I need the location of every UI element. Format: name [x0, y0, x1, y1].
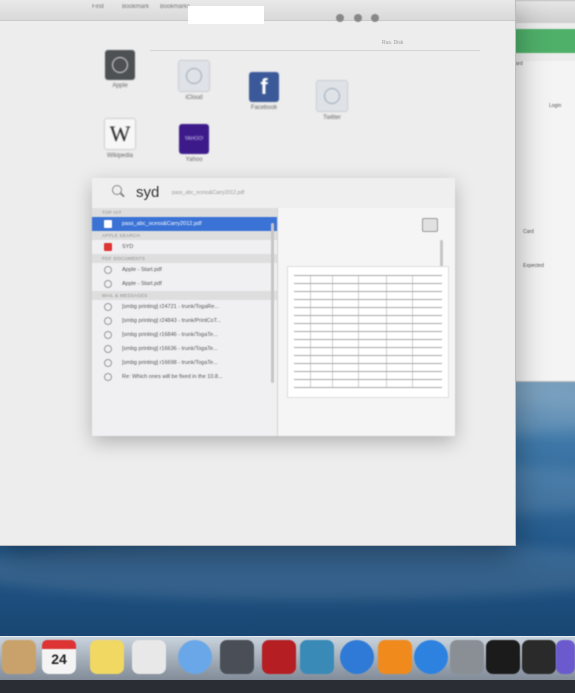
list-item[interactable]: Apple - Start.pdf: [92, 277, 277, 291]
facebook-icon: f: [249, 72, 279, 102]
redaction-bar: [188, 6, 264, 24]
list-item[interactable]: pass_abc_ocess&Carry2012.pdf: [92, 217, 277, 231]
calendar-icon[interactable]: 24: [42, 640, 76, 674]
results-list[interactable]: TOP HIT pass_abc_ocess&Carry2012.pdf APP…: [92, 208, 278, 436]
favorite-apple[interactable]: Apple: [102, 50, 138, 89]
facetime-icon[interactable]: [220, 640, 254, 674]
compass-icon: [316, 80, 348, 112]
address-hint: Rus. Disk: [382, 40, 404, 46]
terminal-icon[interactable]: [486, 640, 520, 674]
list-item[interactable]: [smbg printing] r16698 - trunk/TogaTe...: [92, 356, 277, 370]
list-item[interactable]: Apple - Start.pdf: [92, 263, 277, 277]
favorite-wikipedia[interactable]: W Wikipedia: [102, 118, 138, 159]
back-window-label: Card: [523, 229, 534, 235]
photo: Port & Forward Login Card Expected Find …: [0, 0, 575, 693]
ibooks-icon[interactable]: [378, 640, 412, 674]
back-window-label: Expected: [523, 263, 544, 269]
address-bar[interactable]: Rus. Disk: [150, 38, 480, 51]
wikipedia-icon: W: [104, 118, 136, 150]
mail-icon: [104, 303, 112, 311]
apple-search-icon: [104, 243, 112, 251]
favorite-label: Yahoo: [185, 157, 203, 163]
mail-icon: [104, 359, 112, 367]
favorite-yahoo[interactable]: YAHOO! Yahoo: [176, 124, 212, 163]
search-autocomplete-hint: pass_abc_ocess&Carry2012.pdf: [172, 190, 245, 196]
browser-window[interactable]: Find Bookmark Bookmarks Rus. Disk Apple …: [0, 0, 516, 546]
finder-icon[interactable]: [422, 218, 438, 232]
results-scrollbar[interactable]: [271, 223, 274, 383]
mail-icon: [104, 373, 112, 381]
mail-icon: [104, 317, 112, 325]
favorite-label: iCloud: [185, 95, 203, 101]
activity-monitor-icon[interactable]: [522, 640, 556, 674]
tab[interactable]: Find: [92, 4, 104, 10]
app-icon[interactable]: [556, 640, 575, 674]
pdf-preview-thumbnail: [287, 266, 449, 398]
favorite-label: Wikipedia: [106, 153, 133, 159]
pdf-icon: [104, 266, 112, 274]
finder-icon[interactable]: [2, 640, 36, 674]
favorite-label: Apple: [112, 83, 128, 89]
yahoo-icon: YAHOO!: [179, 124, 209, 154]
favorite-label: Facebook: [250, 105, 278, 111]
mail-icon: [104, 345, 112, 353]
pdf-icon: [104, 220, 112, 228]
notes-icon[interactable]: [90, 640, 124, 674]
calendar-day: 24: [51, 651, 67, 667]
compass-icon: [178, 60, 210, 92]
section-header: MAIL & MESSAGES: [92, 291, 277, 300]
system-preferences-icon[interactable]: [450, 640, 484, 674]
list-item[interactable]: [smbg printing] r16636 - trunk/TogaTe...: [92, 342, 277, 356]
tab[interactable]: Bookmarks: [160, 4, 190, 10]
settings-icon[interactable]: [371, 14, 379, 22]
section-header: APPLE SEARCH: [92, 231, 277, 240]
pdf-icon: [104, 280, 112, 288]
favorite-twitter[interactable]: Twitter: [314, 80, 350, 121]
favorite-icloud[interactable]: iCloud: [176, 60, 212, 101]
favorite-label: Twitter: [323, 115, 341, 121]
app-store-icon[interactable]: [414, 640, 448, 674]
share-icon[interactable]: [336, 14, 344, 22]
back-window-label: Login: [549, 103, 562, 109]
search-icon: [112, 185, 122, 195]
dock-shelf: [0, 680, 575, 693]
list-item[interactable]: [smbg printing] r24843 - trunk/PrintCoT.…: [92, 314, 277, 328]
photos-icon[interactable]: [300, 640, 334, 674]
list-item[interactable]: [smbg printing] r16846 - trunk/TogaTe...: [92, 328, 277, 342]
messages-icon[interactable]: [178, 640, 212, 674]
mail-icon: [104, 331, 112, 339]
tab[interactable]: Bookmark: [122, 4, 149, 10]
spotlight-search-bar[interactable]: syd pass_abc_ocess&Carry2012.pdf: [92, 178, 455, 209]
search-query[interactable]: syd: [136, 184, 159, 201]
reminders-icon[interactable]: [132, 640, 166, 674]
favorite-facebook[interactable]: f Facebook: [246, 72, 282, 111]
spotlight-panel[interactable]: syd pass_abc_ocess&Carry2012.pdf TOP HIT…: [92, 178, 455, 436]
photo-booth-icon[interactable]: [262, 640, 296, 674]
section-header: PDF DOCUMENTS: [92, 254, 277, 263]
itunes-icon[interactable]: [340, 640, 374, 674]
section-header: TOP HIT: [92, 208, 277, 217]
reload-icon[interactable]: [354, 14, 362, 22]
list-item[interactable]: Re: Which ones will be fixed in the 10.8…: [92, 370, 277, 384]
safari-icon: [105, 50, 135, 80]
list-item[interactable]: SYD: [92, 240, 277, 254]
list-item[interactable]: [smbg printing] r24721 - trunk/TogaRe...: [92, 300, 277, 314]
